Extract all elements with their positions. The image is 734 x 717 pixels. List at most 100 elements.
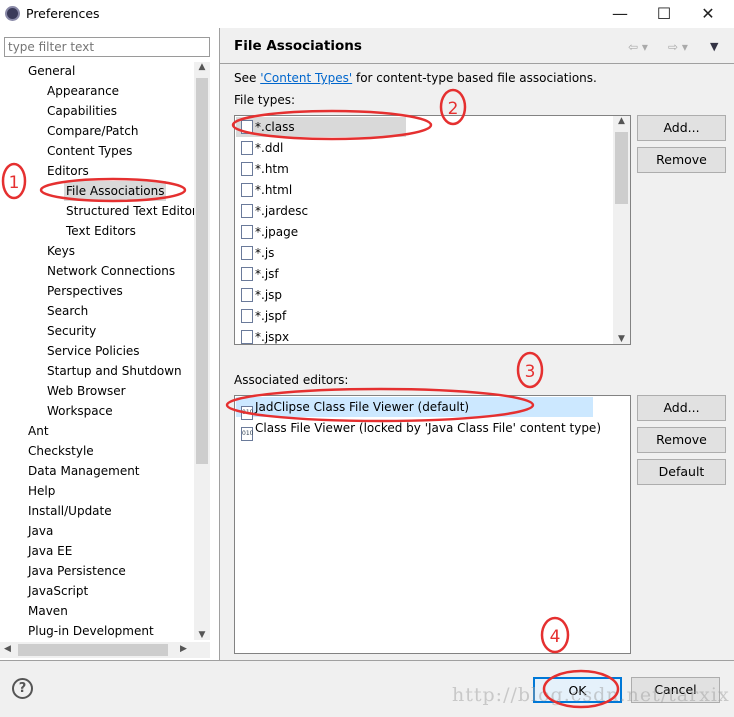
file-type-label: *.html	[255, 183, 293, 197]
file-icon	[241, 162, 253, 176]
help-icon[interactable]: ?	[12, 678, 33, 699]
file-type-item[interactable]: *.html	[241, 180, 292, 200]
file-type-item[interactable]: *.jardesc	[241, 201, 308, 221]
scroll-down-icon[interactable]: ▼	[194, 630, 210, 640]
file-icon	[241, 225, 253, 239]
tree-item[interactable]: Network Connections	[45, 261, 177, 281]
maximize-button[interactable]: ☐	[644, 2, 684, 26]
tree-item[interactable]: Plug-in Development	[26, 621, 156, 641]
scroll-left-icon[interactable]: ◀	[4, 644, 11, 654]
file-type-label: *.jspf	[255, 309, 287, 323]
tree-item[interactable]: Help	[26, 481, 57, 501]
scroll-right-icon[interactable]: ▶	[180, 644, 187, 654]
file-type-item[interactable]: *.jsp	[241, 285, 282, 305]
class-file-icon: 010	[241, 427, 253, 441]
forward-icon[interactable]: ⇨ ▾	[668, 40, 688, 54]
editor-item[interactable]: 010 JadClipse Class File Viewer (default)	[236, 397, 593, 420]
file-icon	[241, 141, 253, 155]
tree-item[interactable]: Startup and Shutdown	[45, 361, 184, 381]
file-type-label: *.jpage	[255, 225, 299, 239]
editor-label: Class File Viewer (locked by 'Java Class…	[255, 421, 601, 435]
remove-file-type-button[interactable]: Remove	[637, 147, 726, 173]
file-type-label: *.htm	[255, 162, 289, 176]
filter-input[interactable]	[4, 37, 210, 57]
tree-item[interactable]: Java	[26, 521, 55, 541]
tree-item[interactable]: Keys	[45, 241, 77, 261]
file-type-label: *.jsf	[255, 267, 279, 281]
tree-item[interactable]: Maven	[26, 601, 70, 621]
desc-text-2: for content-type based file associations…	[352, 71, 597, 85]
add-editor-button[interactable]: Add...	[637, 395, 726, 421]
scroll-up-icon[interactable]: ▲	[613, 116, 630, 132]
minimize-button[interactable]: —	[600, 2, 640, 26]
file-type-item[interactable]: *.htm	[241, 159, 289, 179]
file-icon	[241, 309, 253, 323]
file-type-label: *.class	[255, 120, 295, 134]
scroll-down-icon[interactable]: ▼	[613, 334, 630, 344]
close-button[interactable]: ✕	[688, 2, 728, 26]
tree-item[interactable]: Data Management	[26, 461, 142, 481]
tree-item[interactable]: Capabilities	[45, 101, 119, 121]
tree-item[interactable]: Appearance	[45, 81, 121, 101]
tree-item[interactable]: Install/Update	[26, 501, 114, 521]
file-type-item[interactable]: *.js	[241, 243, 274, 263]
h-scroll-thumb[interactable]	[18, 644, 168, 656]
annotation-circle	[516, 351, 544, 389]
file-icon	[241, 120, 253, 134]
eclipse-icon	[5, 6, 20, 21]
remove-editor-button[interactable]: Remove	[637, 427, 726, 453]
file-types-list[interactable]: *.class *.ddl *.htm *.html *.jardesc *.jpage *…	[234, 115, 631, 345]
file-types-scrollbar[interactable]: ▲ ▼	[613, 116, 630, 344]
add-file-type-button[interactable]: Add...	[637, 115, 726, 141]
file-icon	[241, 204, 253, 218]
tree-item[interactable]: JavaScript	[26, 581, 90, 601]
file-type-label: *.jardesc	[255, 204, 309, 218]
file-type-item[interactable]: *.class	[236, 117, 406, 137]
default-editor-button[interactable]: Default	[637, 459, 726, 485]
file-types-label: File types:	[234, 93, 295, 107]
file-type-item[interactable]: *.jspf	[241, 306, 286, 326]
tree-item[interactable]: Java Persistence	[26, 561, 128, 581]
tree-item[interactable]: Editors	[45, 161, 91, 181]
tree-item[interactable]: Java EE	[26, 541, 74, 561]
scroll-thumb[interactable]	[196, 78, 208, 464]
annotation-number: 3	[525, 362, 536, 382]
tree-item[interactable]: Security	[45, 321, 98, 341]
tree-item[interactable]: Search	[45, 301, 90, 321]
tree-item[interactable]: Service Policies	[45, 341, 142, 361]
tree-item[interactable]: File Associations	[64, 181, 167, 201]
scroll-thumb[interactable]	[615, 132, 628, 204]
tree-item[interactable]: Structured Text Editor	[64, 201, 199, 221]
footer-separator	[0, 660, 734, 661]
tree-horizontal-scrollbar[interactable]: ◀ ▶	[0, 642, 210, 658]
tree-item[interactable]: Web Browser	[45, 381, 128, 401]
editor-label: JadClipse Class File Viewer (default)	[255, 400, 470, 414]
file-type-item[interactable]: *.jspx	[241, 327, 290, 344]
associated-editors-list[interactable]: 010 JadClipse Class File Viewer (default)…	[234, 395, 631, 654]
file-icon	[241, 183, 253, 197]
file-type-item[interactable]: *.jpage	[241, 222, 298, 242]
editor-item[interactable]: 010 Class File Viewer (locked by 'Java Cl…	[241, 418, 601, 441]
tree-item[interactable]: General	[26, 61, 77, 81]
tree-item[interactable]: Workspace	[45, 401, 115, 421]
tree-item[interactable]: Ant	[26, 421, 51, 441]
file-type-item[interactable]: *.ddl	[241, 138, 283, 158]
file-icon	[241, 246, 253, 260]
content-types-link[interactable]: 'Content Types'	[260, 71, 352, 85]
tree-item[interactable]: Compare/Patch	[45, 121, 140, 141]
tree-vertical-scrollbar[interactable]: ▲ ▼	[194, 62, 210, 640]
tree-item[interactable]: Text Editors	[64, 221, 138, 241]
tree-item[interactable]: Content Types	[45, 141, 134, 161]
tree-item[interactable]: Checkstyle	[26, 441, 96, 461]
file-type-label: *.jspx	[255, 330, 290, 344]
window-title: Preferences	[26, 6, 100, 21]
pane-divider[interactable]	[219, 28, 220, 660]
back-icon[interactable]: ⇦ ▾	[628, 40, 648, 54]
scroll-up-icon[interactable]: ▲	[194, 62, 210, 78]
file-type-item[interactable]: *.jsf	[241, 264, 279, 284]
file-type-label: *.jsp	[255, 288, 283, 302]
tree-item[interactable]: Perspectives	[45, 281, 125, 301]
watermark: http://blog.csdn.net/tarxix	[452, 684, 730, 706]
file-icon	[241, 267, 253, 281]
view-menu-icon[interactable]: ▼	[710, 40, 718, 53]
